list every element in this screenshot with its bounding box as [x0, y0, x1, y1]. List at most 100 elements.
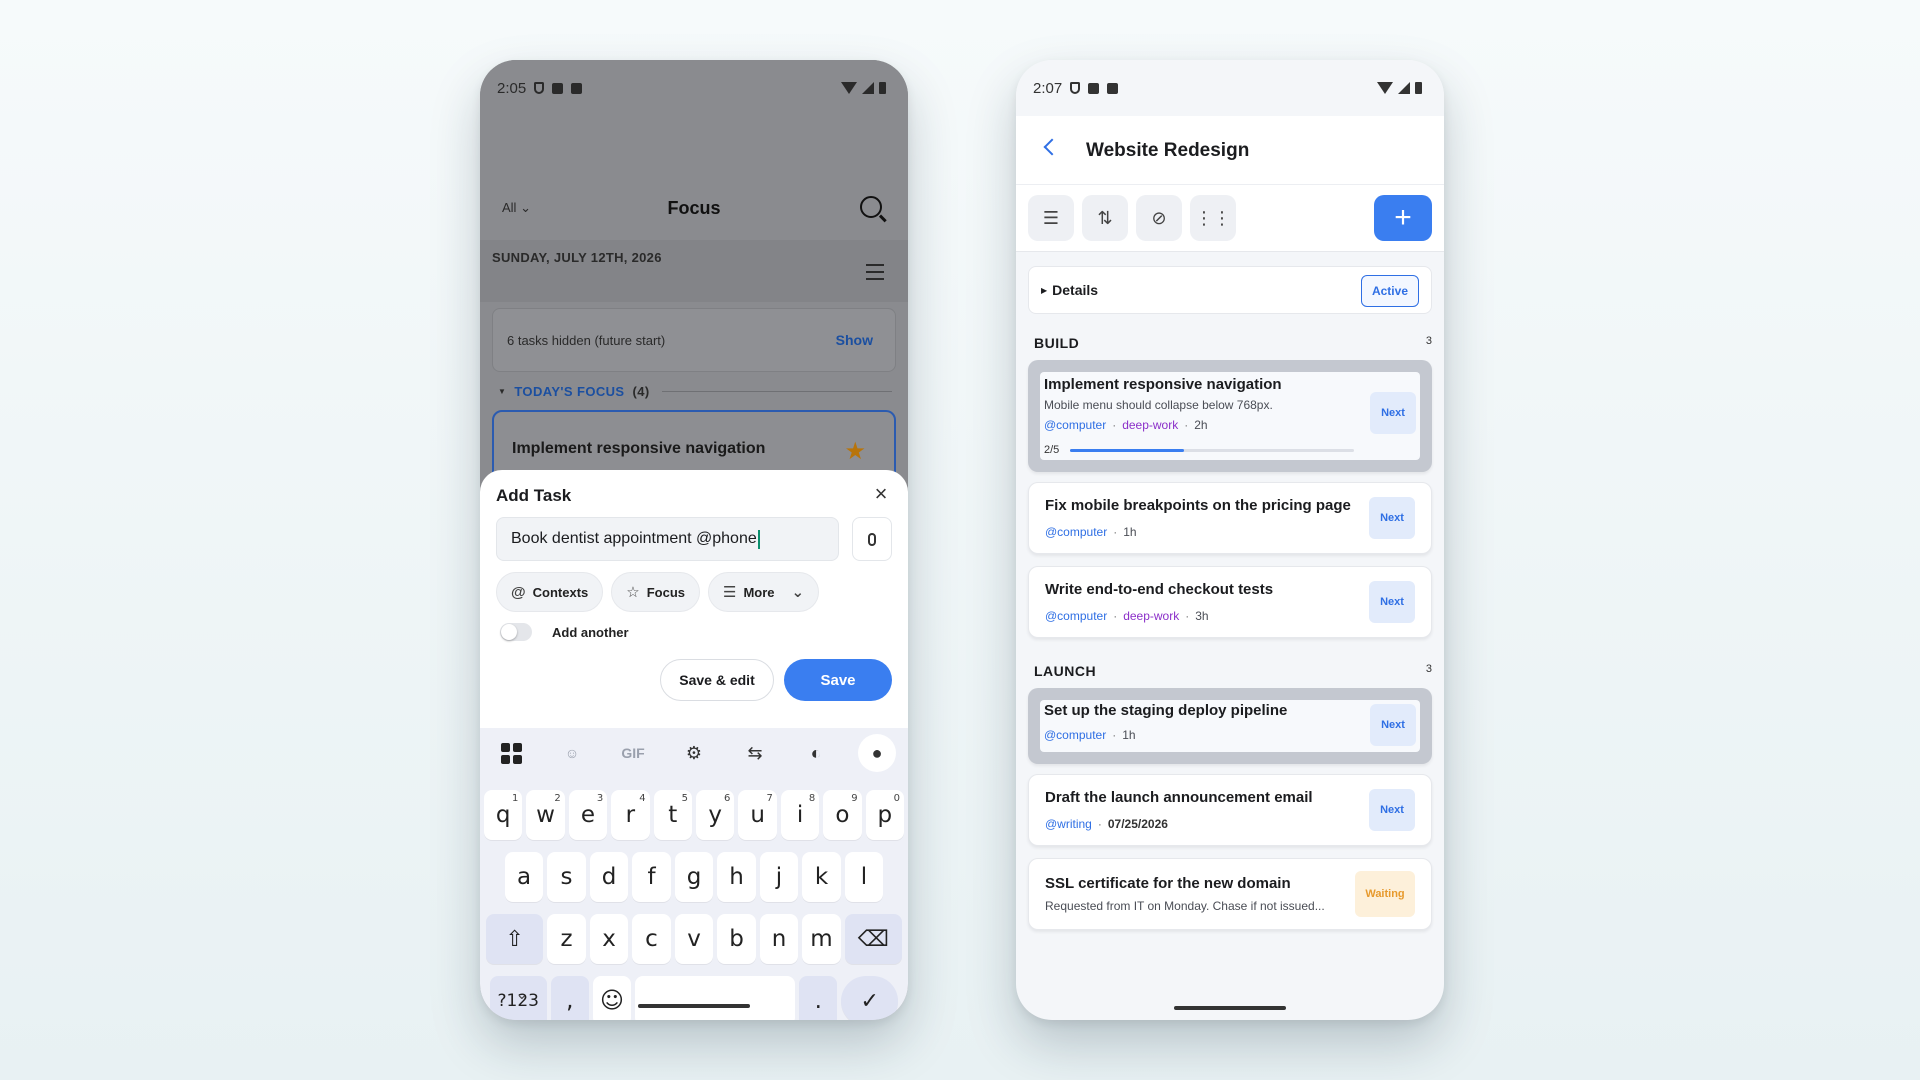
next-badge[interactable]: Next — [1370, 392, 1416, 434]
save-and-edit-button[interactable]: Save & edit — [660, 659, 774, 701]
context-label[interactable]: @writing — [1045, 817, 1092, 831]
voice-input-button[interactable] — [852, 517, 892, 561]
task-title: Implement responsive navigation — [1044, 376, 1282, 393]
key-r[interactable]: r4 — [611, 790, 650, 840]
backspace-key[interactable]: ⌫ — [844, 914, 902, 964]
save-button[interactable]: Save — [784, 659, 892, 701]
wifi-icon — [841, 82, 857, 94]
home-indicator[interactable] — [1174, 1006, 1286, 1010]
task-card[interactable]: Set up the staging deploy pipeline @comp… — [1028, 688, 1432, 764]
key-y[interactable]: y6 — [696, 790, 735, 840]
key-m[interactable]: m — [802, 914, 841, 964]
context-label[interactable]: @computer — [1045, 609, 1107, 623]
key-q[interactable]: q1 — [483, 790, 523, 840]
add-task-button[interactable]: + — [1374, 195, 1432, 241]
palette-icon[interactable]: ◐ — [797, 734, 835, 772]
key-v[interactable]: v — [674, 914, 714, 964]
expand-triangle-icon: ▶ — [1041, 285, 1048, 295]
key-o[interactable]: o9 — [823, 790, 862, 840]
visibility-off-icon[interactable]: ⊘ — [1136, 195, 1182, 241]
hide-keyboard-icon[interactable]: ⌄ — [516, 986, 528, 1003]
collapse-triangle-icon: ▼ — [498, 387, 507, 396]
task-title: SSL certificate for the new domain — [1045, 875, 1291, 892]
key-hint: 5 — [681, 793, 688, 804]
key-b[interactable]: b — [717, 914, 756, 964]
battery-icon — [879, 82, 886, 94]
filter-dropdown[interactable]: All ⌄ — [502, 200, 531, 216]
key-c[interactable]: c — [632, 914, 671, 964]
home-indicator[interactable] — [638, 1004, 750, 1008]
close-icon[interactable]: × — [870, 483, 892, 506]
back-arrow-icon[interactable] — [1043, 138, 1061, 156]
status-time: 2:07 — [1033, 79, 1063, 97]
key-d[interactable]: d — [589, 852, 629, 902]
sheet-title: Add Task — [496, 486, 572, 505]
at-sign-icon: @ — [511, 583, 526, 601]
sticker-icon[interactable]: ☺ — [553, 734, 591, 772]
gif-button[interactable]: GIF — [614, 734, 652, 772]
date-label: SUNDAY, JULY 12TH, 2026 — [492, 250, 662, 265]
key-h[interactable]: h — [717, 852, 756, 902]
search-icon[interactable] — [860, 196, 882, 218]
add-another-row: Add another — [500, 623, 629, 641]
key-g[interactable]: g — [674, 852, 714, 902]
key-l[interactable]: l — [844, 852, 884, 902]
contexts-chip[interactable]: @ Contexts — [496, 572, 604, 612]
key-u[interactable]: u7 — [738, 790, 777, 840]
key-hint: 3 — [596, 793, 604, 804]
sort-icon[interactable]: ⇅ — [1082, 195, 1128, 241]
focus-chip[interactable]: ☆ Focus — [611, 572, 701, 612]
key-t[interactable]: t5 — [653, 790, 692, 840]
key-w[interactable]: w2 — [526, 790, 565, 840]
sd-card-icon — [1107, 82, 1119, 94]
task-title: Set up the staging deploy pipeline — [1044, 702, 1288, 719]
task-card[interactable]: Write end-to-end checkout tests @compute… — [1028, 566, 1432, 638]
next-badge[interactable]: Next — [1369, 581, 1415, 623]
key-a[interactable]: a — [504, 852, 544, 902]
status-bar: 2:05 — [480, 60, 908, 116]
details-toggle[interactable]: ▶ Details Active — [1028, 266, 1432, 314]
next-badge[interactable]: Next — [1370, 704, 1416, 746]
translate-icon[interactable]: ⇆ — [736, 734, 774, 772]
waiting-badge[interactable]: Waiting — [1355, 871, 1415, 917]
key-x[interactable]: x — [589, 914, 629, 964]
task-card[interactable]: Draft the launch announcement email @wri… — [1028, 774, 1432, 846]
next-badge[interactable]: Next — [1369, 789, 1415, 831]
shift-key[interactable]: ⇧ — [486, 914, 544, 964]
details-label: Details — [1052, 282, 1099, 298]
context-label[interactable]: @computer — [1044, 418, 1106, 432]
key-j[interactable]: j — [759, 852, 799, 902]
context-label[interactable]: @computer — [1045, 525, 1107, 539]
key-p[interactable]: p0 — [865, 790, 905, 840]
key-k[interactable]: k — [802, 852, 841, 902]
key-i[interactable]: i8 — [780, 790, 820, 840]
status-badge[interactable]: Active — [1360, 275, 1419, 307]
key-f[interactable]: f — [632, 852, 671, 902]
context-label[interactable]: @computer — [1044, 728, 1106, 742]
mic-icon[interactable]: ● — [858, 734, 896, 772]
key-s[interactable]: s — [547, 852, 586, 902]
next-badge[interactable]: Next — [1369, 497, 1415, 539]
top-app-bar: All ⌄ Focus — [480, 182, 908, 234]
settings-gear-icon[interactable]: ⚙ — [675, 734, 713, 772]
focus-section-header[interactable]: ▼ TODAY'S FOCUS (4) — [498, 384, 892, 399]
key-e[interactable]: e3 — [568, 790, 608, 840]
task-title-input[interactable]: Book dentist appointment @phone — [496, 517, 839, 561]
more-chip[interactable]: ☰ More ⌄ — [708, 572, 820, 612]
task-card[interactable]: Fix mobile breakpoints on the pricing pa… — [1028, 482, 1432, 554]
show-hidden-button[interactable]: Show — [836, 332, 873, 348]
task-title: Fix mobile breakpoints on the pricing pa… — [1045, 497, 1351, 514]
task-card[interactable]: SSL certificate for the new domain Reque… — [1028, 858, 1432, 930]
key-hint: 0 — [893, 793, 901, 804]
task-card[interactable]: Implement responsive navigation Mobile m… — [1028, 360, 1432, 472]
key-z[interactable]: z — [547, 914, 586, 964]
tune-icon[interactable] — [866, 264, 884, 280]
drag-handle-icon[interactable]: ⋮⋮ — [1190, 195, 1236, 241]
tag-label[interactable]: deep-work — [1123, 609, 1179, 623]
star-icon[interactable]: ★ — [844, 440, 866, 464]
filter-tune-icon[interactable]: ☰ — [1028, 195, 1074, 241]
key-n[interactable]: n — [759, 914, 799, 964]
add-another-toggle[interactable] — [500, 623, 532, 641]
apps-grid-icon[interactable] — [492, 734, 530, 772]
tag-label[interactable]: deep-work — [1122, 418, 1178, 432]
